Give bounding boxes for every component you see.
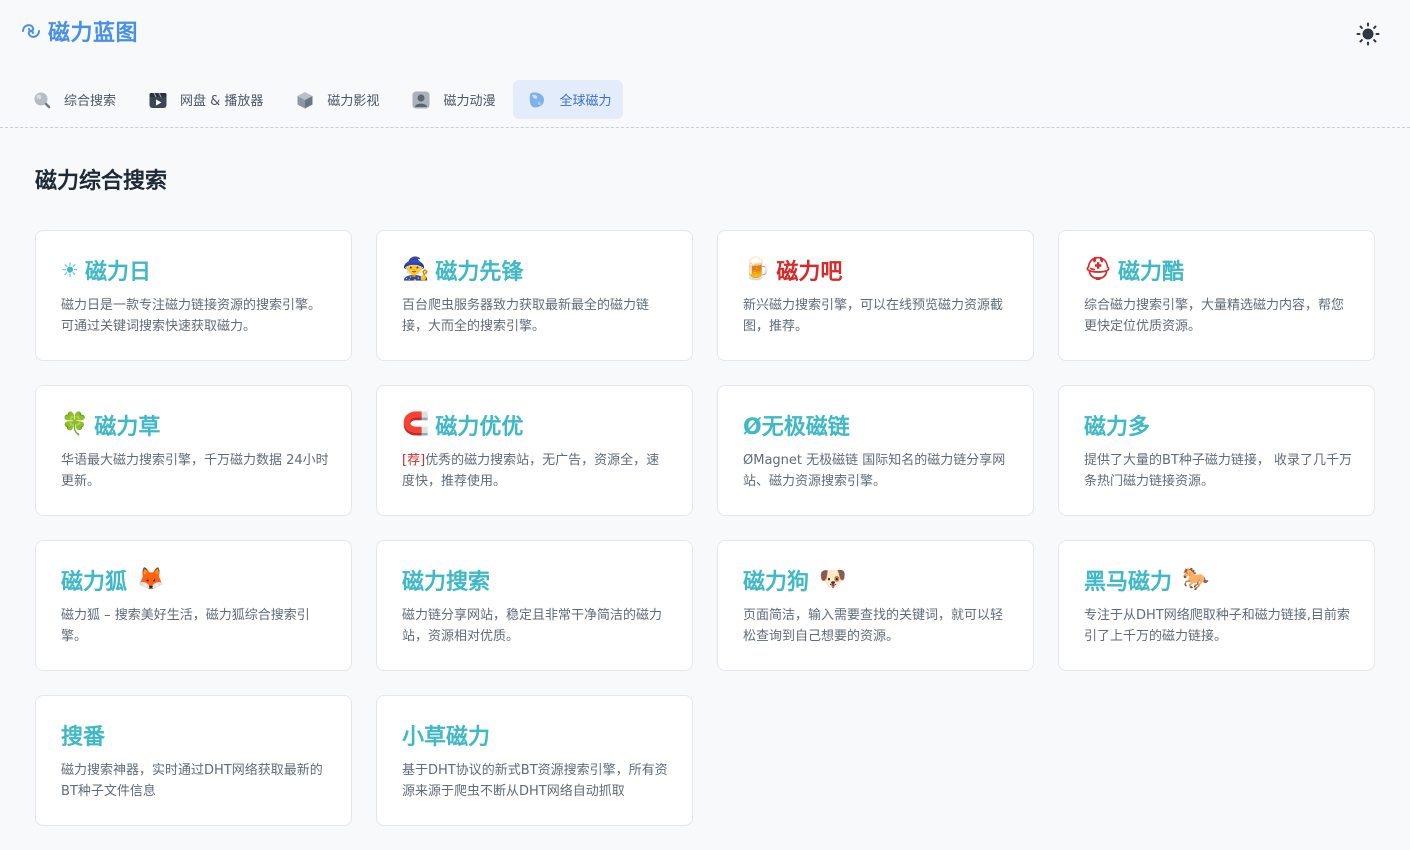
card-title: 磁力多 xyxy=(1084,410,1352,440)
card-description: 专注于从DHT网络爬取种子和磁力链接,目前索引了上千万的磁力链接。 xyxy=(1084,608,1350,644)
tab-label: 综合搜索 xyxy=(64,94,117,109)
card-description: 提供了大量的BT种子磁力链接， 收录了几千万条热门磁力链接资源。 xyxy=(1084,453,1352,489)
logo-icon xyxy=(22,24,40,38)
card-title-text: 磁力酷 xyxy=(1117,260,1184,285)
tab-magnet-anime[interactable]: 磁力动漫 xyxy=(397,80,507,119)
card-title-text: 磁力优优 xyxy=(435,415,524,440)
header-divider xyxy=(0,127,1410,128)
card-title: Ø无极磁链 xyxy=(743,410,1011,440)
site-card-grid: ☀ 磁力日 磁力日是一款专注磁力链接资源的搜索引擎。可通过关键词搜索快速获取磁力… xyxy=(35,230,1375,826)
card-title-text: Ø无极磁链 xyxy=(743,415,850,440)
horse-icon: 🐎 xyxy=(1182,567,1210,592)
header: 磁力蓝图 xyxy=(0,0,1410,62)
tab-global-magnet[interactable]: 全球磁力 xyxy=(513,80,624,119)
card-title-text: 磁力狐 xyxy=(61,570,128,595)
site-card[interactable]: 🍀 磁力草 华语最大磁力搜索引擎，千万磁力数据 24小时更新。 xyxy=(35,385,352,516)
section-title: 磁力综合搜索 xyxy=(35,169,168,194)
clover-icon: 🍀 xyxy=(61,412,89,437)
card-description: 华语最大磁力搜索引擎，千万磁力数据 24小时更新。 xyxy=(61,453,329,489)
card-title: 🧙 磁力先锋 xyxy=(402,255,670,286)
site-card[interactable]: ⛑ 磁力酷 综合磁力搜索引擎，大量精选磁力内容，帮您更快定位优质资源。 xyxy=(1058,230,1375,361)
card-description: 磁力狐 – 搜索美好生活，磁力狐综合搜索引擎。 xyxy=(61,608,310,644)
card-title: 🍀 磁力草 xyxy=(61,410,329,441)
cube-icon xyxy=(297,91,313,108)
site-card[interactable]: ☀ 磁力日 磁力日是一款专注磁力链接资源的搜索引擎。可通过关键词搜索快速获取磁力… xyxy=(35,230,352,361)
card-title-text: 磁力草 xyxy=(94,415,161,440)
search-icon xyxy=(34,92,51,108)
fox-icon: 🦊 xyxy=(137,567,165,592)
wizard-icon: 🧙 xyxy=(402,257,430,282)
tab-comprehensive-search[interactable]: 综合搜索 xyxy=(18,80,128,119)
card-title-text: 搜番 xyxy=(61,725,106,750)
dog-icon: 🐶 xyxy=(819,567,847,592)
card-title: ⛑ 磁力酷 xyxy=(1084,255,1352,286)
card-title-text: 磁力日 xyxy=(84,260,151,285)
card-title: 黑马磁力 🐎 xyxy=(1084,565,1352,596)
site-card[interactable]: 小草磁力 基于DHT协议的新式BT资源搜索引擎，所有资源来源于爬虫不断从DHT网… xyxy=(376,695,693,826)
card-title-text: 磁力吧 xyxy=(776,260,843,285)
card-description: 页面简洁，输入需要查找的关键词，就可以轻松查询到自己想要的资源。 xyxy=(743,608,1004,644)
tab-label: 网盘 & 播放器 xyxy=(180,94,264,109)
card-description: [荐]优秀的磁力搜索站，无广告，资源全，速度快，推荐使用。 xyxy=(402,450,670,492)
card-description: 磁力搜索神器，实时通过DHT网络获取最新的BT种子文件信息 xyxy=(61,763,323,799)
site-card[interactable]: 黑马磁力 🐎 专注于从DHT网络爬取种子和磁力链接,目前索引了上千万的磁力链接。 xyxy=(1058,540,1375,671)
site-card[interactable]: 🍺 磁力吧 新兴磁力搜索引擎，可以在线预览磁力资源截图，推荐。 xyxy=(717,230,1034,361)
site-card[interactable]: 磁力搜索 磁力链分享网站，稳定且非常干净简洁的磁力站，资源相对优质。 xyxy=(376,540,693,671)
site-card[interactable]: 搜番 磁力搜索神器，实时通过DHT网络获取最新的BT种子文件信息 xyxy=(35,695,352,826)
card-title-text: 小草磁力 xyxy=(402,725,491,750)
card-title: 磁力搜索 xyxy=(402,565,670,595)
card-description: 综合磁力搜索引擎，大量精选磁力内容，帮您更快定位优质资源。 xyxy=(1084,298,1345,334)
card-title: 小草磁力 xyxy=(402,720,670,750)
recommend-tag: [荐] xyxy=(402,453,426,468)
card-description: 百台爬虫服务器致力获取最新最全的磁力链接，大而全的搜索引擎。 xyxy=(402,298,650,334)
card-title: ☀ 磁力日 xyxy=(61,255,329,285)
site-card[interactable]: 🧙 磁力先锋 百台爬虫服务器致力获取最新最全的磁力链接，大而全的搜索引擎。 xyxy=(376,230,693,361)
card-description: 磁力链分享网站，稳定且非常干净简洁的磁力站，资源相对优质。 xyxy=(402,608,663,644)
tab-magnet-movies[interactable]: 磁力影视 xyxy=(281,80,391,119)
card-description: 基于DHT协议的新式BT资源搜索引擎，所有资源来源于爬虫不断从DHT网络自动抓取 xyxy=(402,763,668,799)
card-description-text: 优秀的磁力搜索站，无广告，资源全，速度快，推荐使用。 xyxy=(402,453,660,489)
logo[interactable]: 磁力蓝图 xyxy=(20,15,138,47)
site-card[interactable]: 磁力狗 🐶 页面简洁，输入需要查找的关键词，就可以轻松查询到自己想要的资源。 xyxy=(717,540,1034,671)
category-tabs: 综合搜索 网盘 & 播放器 磁力影视 磁力动漫 全球磁力 xyxy=(18,80,624,119)
card-description: 新兴磁力搜索引擎，可以在线预览磁力资源截图，推荐。 xyxy=(743,298,1004,334)
tab-label: 磁力动漫 xyxy=(443,94,496,109)
tab-cloud-player[interactable]: 网盘 & 播放器 xyxy=(134,80,275,119)
card-description: 磁力日是一款专注磁力链接资源的搜索引擎。可通过关键词搜索快速获取磁力。 xyxy=(61,298,322,334)
logo-text: 磁力蓝图 xyxy=(48,21,139,46)
site-card[interactable]: Ø无极磁链 ØMagnet 无极磁链 国际知名的磁力链分享网站、磁力资源搜索引擎… xyxy=(717,385,1034,516)
sun-icon[interactable] xyxy=(1356,22,1380,46)
card-title: 🧲 磁力优优 xyxy=(402,410,670,441)
beer-icon: 🍺 xyxy=(743,257,771,282)
tab-label: 磁力影视 xyxy=(327,94,380,109)
card-title-text: 磁力搜索 xyxy=(402,570,491,595)
person-icon xyxy=(412,91,430,108)
card-description: ØMagnet 无极磁链 国际知名的磁力链分享网站、磁力资源搜索引擎。 xyxy=(743,453,1006,489)
card-title: 磁力狗 🐶 xyxy=(743,565,1011,596)
video-icon xyxy=(149,92,167,108)
card-title-text: 磁力多 xyxy=(1084,415,1151,440)
rescue-helmet-icon: ⛑ xyxy=(1084,257,1112,282)
card-title-text: 磁力先锋 xyxy=(435,260,524,285)
site-card[interactable]: 磁力狐 🦊 磁力狐 – 搜索美好生活，磁力狐综合搜索引擎。 xyxy=(35,540,352,671)
card-title-text: 磁力狗 xyxy=(743,570,810,595)
globe-icon xyxy=(530,91,545,107)
card-title: 磁力狐 🦊 xyxy=(61,565,329,596)
site-card[interactable]: 磁力多 提供了大量的BT种子磁力链接， 收录了几千万条热门磁力链接资源。 xyxy=(1058,385,1375,516)
card-title-text: 黑马磁力 xyxy=(1084,570,1173,595)
sun-icon: ☀ xyxy=(61,258,79,282)
magnet-icon: 🧲 xyxy=(402,412,430,437)
site-card[interactable]: 🧲 磁力优优 [荐]优秀的磁力搜索站，无广告，资源全，速度快，推荐使用。 xyxy=(376,385,693,516)
tab-label: 全球磁力 xyxy=(559,94,612,109)
card-title: 🍺 磁力吧 xyxy=(743,255,1011,286)
card-title: 搜番 xyxy=(61,720,329,750)
